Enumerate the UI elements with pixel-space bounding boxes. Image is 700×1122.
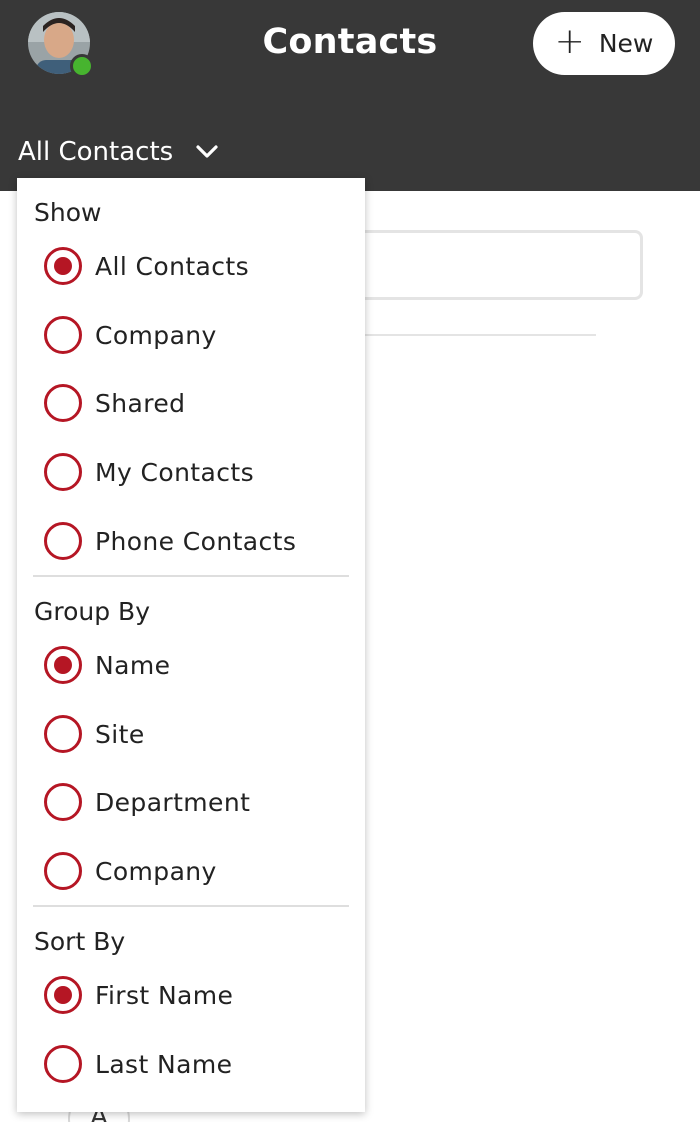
- option-label: Department: [95, 787, 251, 817]
- new-contact-button[interactable]: + New: [533, 12, 675, 75]
- section-divider: [33, 575, 349, 577]
- radio-unselected: [44, 715, 82, 753]
- option-group-company[interactable]: Company: [44, 849, 217, 893]
- header-bar: Contacts + New All Contacts: [0, 0, 700, 191]
- radio-unselected: [44, 522, 82, 560]
- section-title-show: Show: [34, 198, 102, 227]
- search-input[interactable]: [330, 230, 643, 300]
- radio-unselected: [44, 783, 82, 821]
- new-button-label: New: [598, 29, 654, 58]
- option-company[interactable]: Company: [44, 313, 217, 357]
- option-label: Company: [95, 320, 217, 350]
- chevron-down-icon: [195, 144, 219, 160]
- option-all-contacts[interactable]: All Contacts: [44, 244, 249, 288]
- option-label: All Contacts: [95, 251, 250, 281]
- option-sort-last-name[interactable]: Last Name: [44, 1042, 232, 1086]
- radio-selected: [44, 646, 82, 684]
- radio-unselected: [44, 1045, 82, 1083]
- radio-unselected: [44, 384, 82, 422]
- option-label: First Name: [95, 980, 234, 1010]
- radio-unselected: [44, 852, 82, 890]
- option-label: Name: [95, 650, 171, 680]
- option-shared[interactable]: Shared: [44, 381, 185, 425]
- option-label: Company: [95, 856, 217, 886]
- section-title-sort-by: Sort By: [34, 927, 126, 956]
- filter-label: All Contacts: [18, 137, 174, 167]
- option-group-name[interactable]: Name: [44, 643, 170, 687]
- radio-selected: [44, 247, 82, 285]
- filter-dropdown-menu: Show All Contacts Company Shared My Cont…: [17, 178, 365, 1112]
- option-my-contacts[interactable]: My Contacts: [44, 450, 254, 494]
- radio-unselected: [44, 453, 82, 491]
- filter-dropdown-toggle[interactable]: All Contacts: [18, 130, 219, 174]
- option-label: Last Name: [95, 1049, 233, 1079]
- radio-selected: [44, 976, 82, 1014]
- option-label: Phone Contacts: [95, 526, 297, 556]
- option-label: Site: [95, 719, 145, 749]
- section-divider: [33, 905, 349, 907]
- option-group-site[interactable]: Site: [44, 712, 145, 756]
- option-label: My Contacts: [95, 457, 255, 487]
- option-group-department[interactable]: Department: [44, 780, 250, 824]
- option-phone-contacts[interactable]: Phone Contacts: [44, 519, 296, 563]
- option-label: Shared: [95, 388, 186, 418]
- plus-icon: +: [554, 21, 585, 62]
- option-sort-first-name[interactable]: First Name: [44, 973, 233, 1017]
- list-divider: [360, 334, 596, 336]
- contacts-app: Contacts + New All Contacts A Show All C…: [0, 0, 700, 1122]
- radio-unselected: [44, 316, 82, 354]
- section-title-group-by: Group By: [34, 597, 151, 626]
